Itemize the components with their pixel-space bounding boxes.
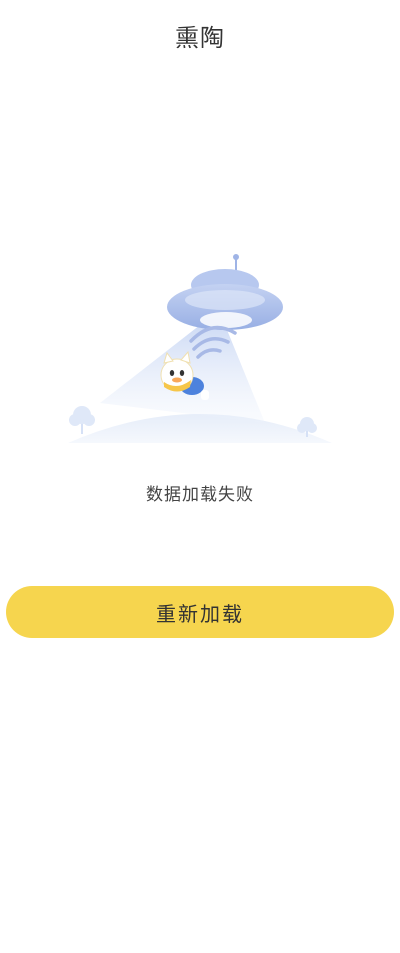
ufo-abduction-error-illustration: [68, 254, 332, 443]
reload-button[interactable]: 重新加载: [6, 586, 394, 638]
ground-hill: [68, 414, 332, 443]
page-title: 熏陶: [175, 24, 225, 52]
error-message: 数据加载失败: [146, 485, 254, 505]
left-tree: [69, 406, 95, 434]
ufo: [167, 254, 283, 330]
